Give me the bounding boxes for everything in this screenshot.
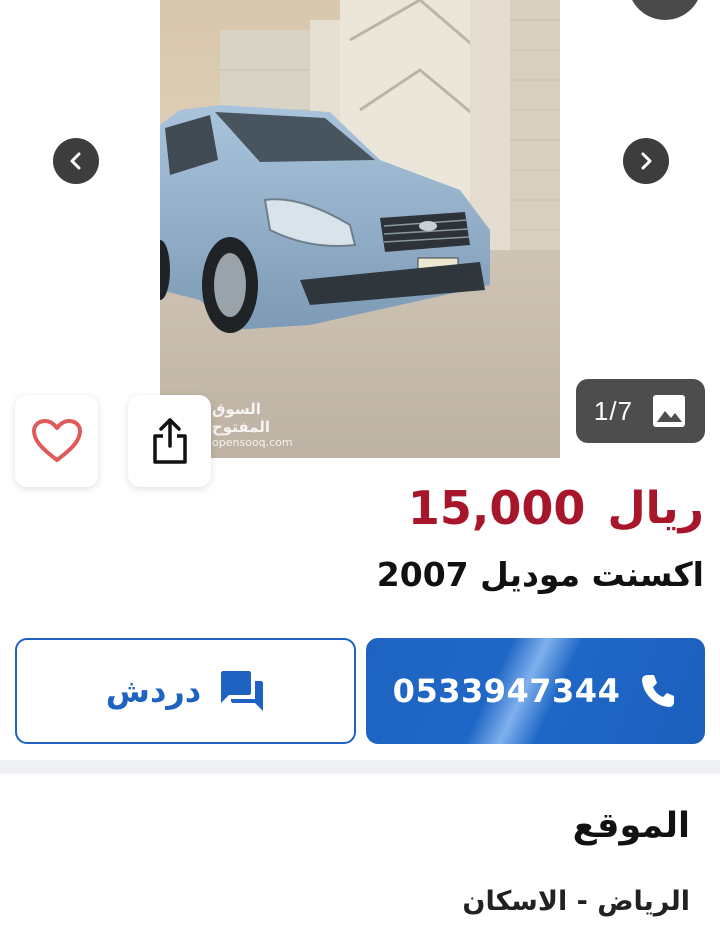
location-value: الرياض - الاسكان [462,886,690,917]
phone-icon [642,675,675,707]
share-icon [152,418,187,464]
watermark: السوق المفتوح opensooq.com [212,400,293,449]
share-button[interactable] [128,395,211,487]
image-counter[interactable]: 1/7 [576,379,705,443]
next-image-button[interactable] [623,138,669,184]
chevron-right-icon [641,152,652,170]
chat-label: دردش [105,672,202,710]
price: ريال 15,000 [408,478,704,538]
chat-icon [221,671,264,711]
phone-number: 0533947344 [392,672,621,710]
chat-button[interactable]: دردش [15,638,356,744]
chevron-left-icon [70,152,81,170]
price-value: 15,000 [407,481,586,535]
watermark-english: opensooq.com [212,436,293,449]
watermark-arabic: السوق المفتوح [212,400,270,436]
section-divider [0,760,720,774]
image-gallery[interactable]: السوق المفتوح opensooq.com 1/7 [0,0,720,487]
listing-title: اكسنت موديل 2007 [376,555,704,594]
previous-image-button[interactable] [53,138,99,184]
location-heading: الموقع [572,806,690,846]
call-button[interactable]: 0533947344 [366,638,705,744]
heart-icon [31,419,82,462]
image-icon [653,395,686,427]
favorite-button[interactable] [15,395,98,487]
image-counter-text: 1/7 [593,395,634,426]
listing-photo[interactable]: السوق المفتوح opensooq.com [160,0,560,458]
price-currency: ريال [607,482,704,534]
car-photo-illustration [160,0,560,458]
top-action-button[interactable] [628,0,702,20]
